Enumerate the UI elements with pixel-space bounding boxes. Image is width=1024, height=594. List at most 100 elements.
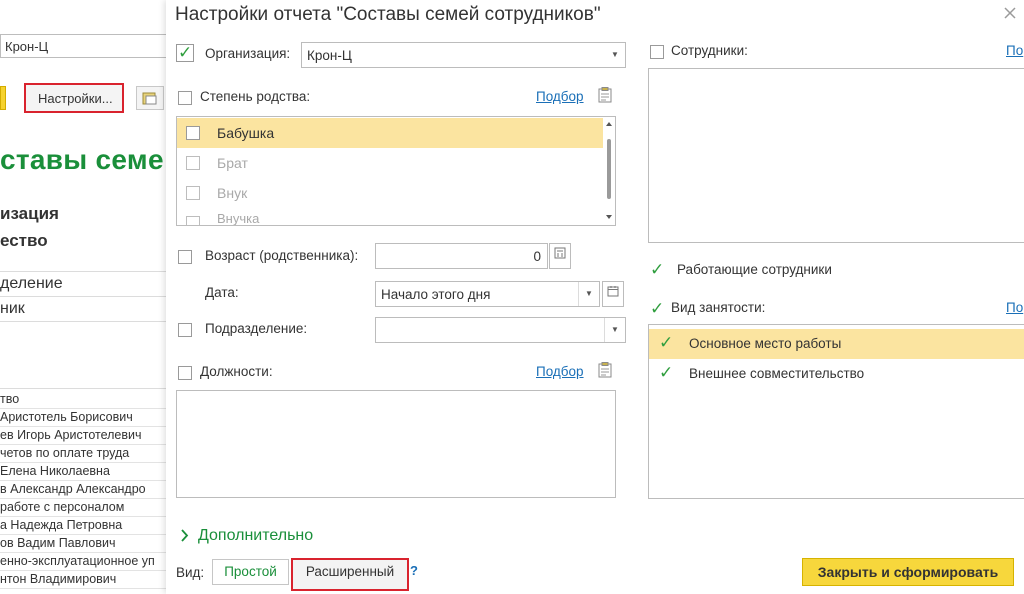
department-select[interactable]: ▼ [375,317,626,343]
close-x-icon [1004,7,1016,19]
list-item-label: Основное место работы [689,336,842,351]
employees-label: Сотрудники: [671,43,748,58]
background-table-row: ов Вадим Павлович [0,534,166,553]
close-and-generate-button[interactable]: Закрыть и сформировать [802,558,1014,586]
age-value: 0 [533,249,541,264]
date-label: Дата: [205,285,239,300]
background-organization-value: Крон-Ц [5,39,49,54]
relationship-label: Степень родства: [200,89,311,104]
background-table-row: нтон Владимирович [0,570,166,589]
chevron-down-icon[interactable]: ▼ [605,43,625,67]
list-item[interactable]: ✓ Основное место работы [649,329,1024,359]
employment-type-pick-link[interactable]: По [1006,300,1023,315]
additional-section-toggle[interactable]: Дополнительно [198,527,313,545]
chevron-down-icon[interactable]: ▼ [578,282,599,306]
relationship-list[interactable]: Бабушка Брат Внук Внучка [176,116,616,226]
background-divider [0,321,166,322]
folder-icon [142,92,157,105]
background-organization-field[interactable]: Крон-Ц [0,34,166,58]
background-divider [0,271,166,272]
background-table-row: работе с персоналом [0,498,166,517]
settings-dialog: Настройки отчета "Составы семей сотрудни… [166,0,1024,594]
department-checkbox[interactable] [178,323,192,337]
list-item-checkbox[interactable] [186,216,200,225]
list-item-checkbox[interactable] [186,126,200,140]
chevron-right-icon[interactable] [180,529,189,545]
list-item[interactable]: Бабушка [177,118,603,148]
background-header-line: ество [0,231,48,250]
close-icon[interactable] [1004,6,1016,24]
checkmark-icon: ✓ [659,363,674,382]
employment-type-label: Вид занятости: [671,300,766,315]
background-report: Крон-Ц Настройки... ставы семе изация ес… [0,0,166,594]
background-generate-button[interactable] [0,86,6,110]
background-table-row: а Надежда Петровна [0,516,166,535]
help-icon[interactable]: ? [410,563,418,578]
view-simple-button[interactable]: Простой [212,559,289,585]
background-report-title: ставы семе [0,144,164,175]
dialog-title: Настройки отчета "Составы семей сотрудни… [175,4,601,25]
working-employees-checkbox[interactable]: ✓ [650,260,666,279]
background-table-row: Аристотель Борисович [0,408,166,427]
background-divider [0,296,166,297]
employment-type-list[interactable]: ✓ Основное место работы ✓ Внешнее совмес… [648,324,1024,499]
employment-type-checkbox[interactable]: ✓ [650,299,666,318]
background-save-icon[interactable] [136,86,164,110]
list-item[interactable]: Внук [177,178,603,208]
background-table-row: четов по оплате труда [0,444,166,463]
view-extended-label: Расширенный [305,564,395,579]
background-settings-button[interactable]: Настройки... [24,83,124,113]
list-item-label: Брат [217,155,248,171]
checkmark-icon: ✓ [650,299,665,318]
view-extended-button[interactable]: Расширенный [291,558,409,591]
calculator-icon[interactable] [549,243,571,269]
list-item-label: Внучка [217,211,260,226]
employees-pick-link[interactable]: По [1006,43,1023,58]
chevron-down-icon[interactable]: ▼ [604,318,625,342]
clipboard-icon[interactable] [598,87,612,106]
positions-pick-link[interactable]: Подбор [536,364,584,379]
calendar-icon[interactable] [602,281,624,307]
organization-value: Крон-Ц [307,48,352,63]
organization-checkbox[interactable]: ✓ [176,44,194,62]
list-item-label: Внешнее совместительство [689,366,865,381]
date-select[interactable]: Начало этого дня ▼ [375,281,600,307]
age-checkbox[interactable] [178,250,192,264]
department-label: Подразделение: [205,321,308,336]
background-table-row: в Александр Александро [0,480,166,499]
positions-checkbox[interactable] [178,366,192,380]
list-item[interactable]: Брат [177,148,603,178]
list-item-checkbox[interactable] [186,156,200,170]
background-table-row: тво [0,390,166,409]
background-settings-label: Настройки... [38,91,113,106]
background-divider [0,388,166,389]
list-scrollbar[interactable] [604,117,614,225]
age-input[interactable]: 0 [375,243,548,269]
checkmark-icon: ✓ [650,260,665,279]
background-table-row: енно-эксплуатационное уп [0,552,166,571]
view-label: Вид: [176,565,205,580]
positions-list[interactable] [176,390,616,498]
list-item-checkbox[interactable] [186,186,200,200]
background-table-row: ев Игорь Аристотелевич [0,426,166,445]
relationship-pick-link[interactable]: Подбор [536,89,584,104]
background-group-line: ник [0,300,25,317]
checkmark-icon: ✓ [659,333,674,352]
background-group-line: деление [0,275,63,292]
age-label: Возраст (родственника): [205,248,359,263]
clipboard-icon[interactable] [598,362,612,381]
background-header-line: изация [0,204,59,223]
relationship-checkbox[interactable] [178,91,192,105]
organization-select[interactable]: Крон-Ц ▼ [301,42,626,68]
background-table-row: Елена Николаевна [0,462,166,481]
employees-checkbox[interactable] [650,45,664,59]
list-item[interactable]: ✓ Внешнее совместительство [649,359,1024,389]
list-item[interactable]: Внучка [177,208,603,226]
checkmark-icon: ✓ [178,43,193,62]
employees-list[interactable] [648,68,1024,243]
organization-label: Организация: [205,46,291,61]
positions-label: Должности: [200,364,273,379]
list-item-label: Бабушка [217,125,275,141]
working-employees-label: Работающие сотрудники [677,262,832,277]
scrollbar-icon [606,122,612,219]
